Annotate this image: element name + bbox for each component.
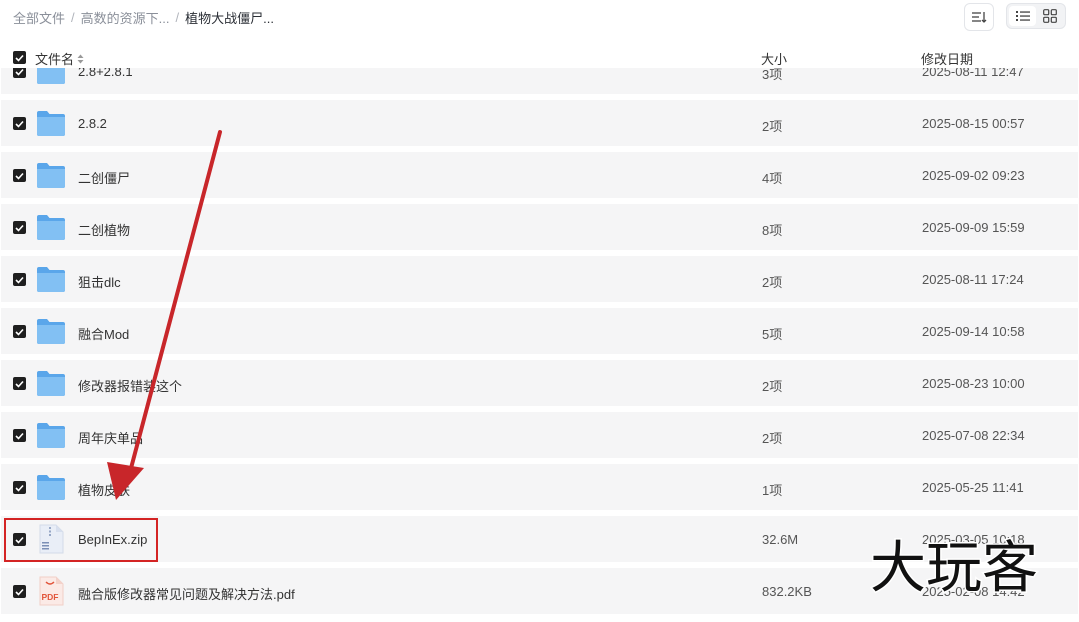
table-row[interactable]: 植物皮肤 1项 2025-05-25 11:41	[1, 464, 1078, 510]
watermark-logo: 大玩客	[869, 535, 1060, 603]
folder-icon	[36, 68, 66, 86]
breadcrumb-item-parent[interactable]: 高数的资源下...	[81, 8, 170, 27]
checkmark-icon	[15, 432, 24, 440]
column-header-name-label: 文件名	[35, 52, 75, 67]
file-name[interactable]: 植物皮肤	[78, 480, 130, 499]
breadcrumb-item-root[interactable]: 全部文件	[13, 8, 65, 27]
list-view-icon	[1015, 11, 1030, 21]
grid-view-button[interactable]	[1036, 6, 1063, 26]
sort-updown-icon	[77, 54, 84, 63]
svg-text:PDF: PDF	[42, 592, 59, 602]
checkmark-icon	[15, 484, 24, 492]
file-size: 2项	[762, 119, 783, 134]
file-modified-date: 2025-05-25 11:41	[922, 480, 1024, 495]
file-name[interactable]: 融合Mod	[78, 324, 129, 343]
column-header-name[interactable]: 文件名	[35, 49, 84, 68]
file-modified-date: 2025-09-14 10:58	[922, 324, 1025, 339]
file-size: 5项	[762, 327, 783, 342]
row-checkbox[interactable]	[13, 377, 26, 390]
table-row[interactable]: 2.8.2 2项 2025-08-15 00:57	[1, 100, 1078, 146]
file-modified-date: 2025-08-15 00:57	[922, 116, 1025, 131]
row-checkbox[interactable]	[13, 429, 26, 442]
breadcrumb-separator: /	[71, 9, 75, 25]
folder-icon	[36, 420, 66, 450]
list-view-button[interactable]	[1009, 6, 1036, 26]
table-row[interactable]: 狙击dlc 2项 2025-08-11 17:24	[1, 256, 1078, 302]
file-size: 32.6M	[762, 532, 799, 547]
checkmark-icon	[15, 380, 24, 388]
row-checkbox[interactable]	[13, 117, 26, 130]
breadcrumb-separator: /	[175, 9, 180, 25]
folder-icon	[36, 368, 66, 398]
file-size: 8项	[762, 223, 783, 238]
file-modified-date: 2025-09-02 09:23	[922, 168, 1025, 183]
checkmark-icon	[15, 224, 24, 232]
file-name[interactable]: 修改器报错装这个	[78, 376, 182, 395]
table-row[interactable]: 融合Mod 5项 2025-09-14 10:58	[1, 308, 1078, 354]
file-size: 832.2KB	[762, 584, 812, 599]
checkmark-icon	[15, 328, 24, 336]
folder-icon	[36, 108, 66, 138]
file-name[interactable]: 狙击dlc	[78, 272, 121, 291]
file-modified-date: 2025-08-11 17:24	[922, 272, 1024, 287]
row-checkbox[interactable]	[13, 68, 26, 78]
breadcrumb: 全部文件 / 高数的资源下... / 植物大战僵尸...	[13, 8, 274, 26]
file-name[interactable]: 2.8+2.8.1	[78, 68, 133, 79]
file-modified-date: 2025-08-23 10:00	[922, 376, 1025, 391]
checkmark-icon	[15, 172, 24, 180]
file-size: 4项	[762, 171, 783, 186]
row-checkbox[interactable]	[13, 481, 26, 494]
sort-button[interactable]	[964, 3, 994, 31]
pdf-file-icon: PDF	[36, 576, 66, 606]
file-size: 2项	[762, 379, 783, 394]
highlight-box	[4, 518, 158, 562]
view-toolbar	[964, 3, 1066, 31]
folder-icon	[36, 160, 66, 190]
file-name[interactable]: 二创植物	[78, 220, 130, 239]
folder-icon	[36, 264, 66, 294]
select-all-checkbox[interactable]	[13, 51, 26, 64]
file-name[interactable]: 融合版修改器常见问题及解决方法.pdf	[78, 584, 295, 603]
checkmark-icon	[15, 54, 24, 62]
file-name[interactable]: 二创僵尸	[78, 168, 130, 187]
checkmark-icon	[15, 120, 24, 128]
folder-icon	[36, 316, 66, 346]
svg-text:大玩客: 大玩客	[870, 536, 1038, 597]
breadcrumb-item-current: 植物大战僵尸...	[185, 10, 274, 26]
file-size: 3项	[762, 68, 783, 82]
folder-icon	[36, 472, 66, 502]
table-row[interactable]: 周年庆单品 2项 2025-07-08 22:34	[1, 412, 1078, 458]
row-checkbox[interactable]	[13, 273, 26, 286]
file-modified-date: 2025-09-09 15:59	[922, 220, 1025, 235]
row-checkbox[interactable]	[13, 169, 26, 182]
sort-lines-icon	[972, 12, 987, 23]
file-size: 2项	[762, 431, 783, 446]
column-header-size[interactable]: 大小	[761, 49, 787, 68]
checkmark-icon	[15, 276, 24, 284]
grid-view-icon	[1042, 9, 1057, 23]
folder-icon	[36, 212, 66, 242]
checkmark-icon	[15, 588, 24, 596]
file-size: 1项	[762, 483, 783, 498]
column-header-date[interactable]: 修改日期	[921, 49, 973, 68]
row-checkbox[interactable]	[13, 325, 26, 338]
file-size: 2项	[762, 275, 783, 290]
table-row[interactable]: 二创僵尸 4项 2025-09-02 09:23	[1, 152, 1078, 198]
row-checkbox[interactable]	[13, 221, 26, 234]
file-name[interactable]: 2.8.2	[78, 116, 107, 131]
table-row[interactable]: 修改器报错装这个 2项 2025-08-23 10:00	[1, 360, 1078, 406]
checkmark-icon	[15, 68, 24, 76]
file-modified-date: 2025-08-11 12:47	[922, 68, 1024, 79]
table-row[interactable]: 二创植物 8项 2025-09-09 15:59	[1, 204, 1078, 250]
view-toggle	[1006, 3, 1066, 29]
table-header: 文件名 大小 修改日期	[0, 44, 1079, 68]
file-name[interactable]: 周年庆单品	[78, 428, 143, 447]
table-row[interactable]: 2.8+2.8.1 3项 2025-08-11 12:47	[1, 68, 1078, 94]
row-checkbox[interactable]	[13, 585, 26, 598]
file-modified-date: 2025-07-08 22:34	[922, 428, 1025, 443]
